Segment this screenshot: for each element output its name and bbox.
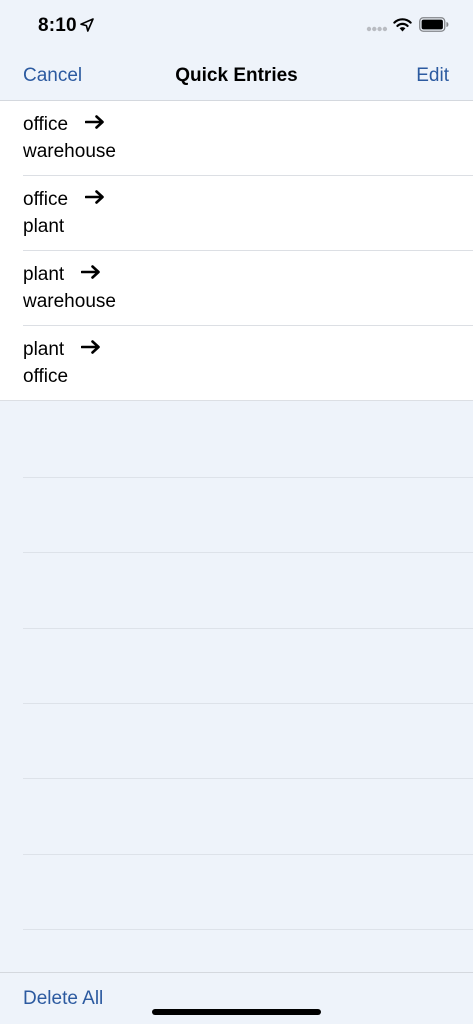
route-from-line: plant bbox=[23, 339, 101, 361]
route-from: plant bbox=[23, 339, 65, 360]
quick-entries-screen: 8:10 Cancel Quick Entries Edit office wa… bbox=[0, 0, 473, 1024]
row-separator bbox=[23, 778, 473, 779]
status-bar: 8:10 bbox=[0, 0, 473, 52]
page-title: Quick Entries bbox=[175, 65, 298, 86]
route-to: warehouse bbox=[23, 291, 116, 312]
row-separator bbox=[23, 929, 473, 930]
route-from-line: office bbox=[23, 114, 105, 136]
delete-all-button[interactable]: Delete All bbox=[23, 988, 103, 1010]
row-separator bbox=[23, 703, 473, 704]
quick-entry-row[interactable]: office plant bbox=[0, 176, 473, 251]
route-to: plant bbox=[23, 216, 65, 237]
wifi-icon bbox=[393, 18, 412, 32]
route-from-line: plant bbox=[23, 264, 101, 286]
cellular-signal-icon bbox=[366, 26, 388, 32]
arrow-right-icon bbox=[85, 115, 105, 129]
row-separator bbox=[23, 477, 473, 478]
navigation-bar: Cancel Quick Entries Edit bbox=[0, 52, 473, 101]
row-separator bbox=[23, 552, 473, 553]
battery-icon bbox=[419, 17, 449, 32]
edit-button[interactable]: Edit bbox=[416, 65, 449, 87]
quick-entry-row[interactable]: plant office bbox=[0, 326, 473, 401]
row-separator bbox=[23, 854, 473, 855]
arrow-right-icon bbox=[85, 190, 105, 204]
bottom-toolbar: Delete All bbox=[0, 972, 473, 1024]
arrow-right-icon bbox=[81, 265, 101, 279]
empty-rows-area bbox=[0, 402, 473, 972]
route-from-line: office bbox=[23, 189, 105, 211]
quick-entry-row[interactable]: office warehouse bbox=[0, 101, 473, 176]
route-from: plant bbox=[23, 264, 65, 285]
route-to: office bbox=[23, 366, 69, 387]
status-time: 8:10 bbox=[38, 15, 77, 36]
quick-entries-list: office warehouse office plant plant ware… bbox=[0, 101, 473, 401]
route-to: warehouse bbox=[23, 141, 116, 162]
location-arrow-icon bbox=[80, 18, 94, 32]
arrow-right-icon bbox=[81, 340, 101, 354]
home-indicator[interactable] bbox=[152, 1009, 321, 1015]
route-from: office bbox=[23, 189, 69, 210]
row-separator bbox=[23, 628, 473, 629]
quick-entry-row[interactable]: plant warehouse bbox=[0, 251, 473, 326]
route-from: office bbox=[23, 114, 69, 135]
